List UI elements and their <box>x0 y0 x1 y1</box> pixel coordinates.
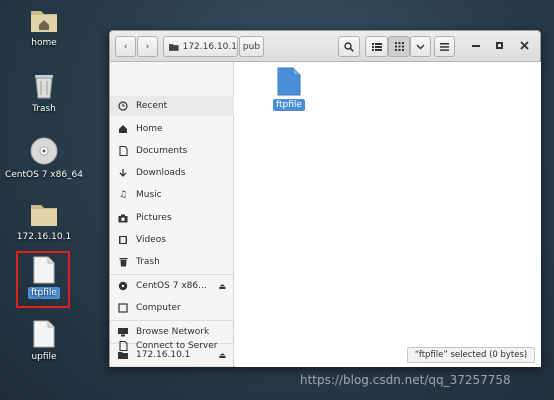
desktop-icon-label: Trash <box>32 104 56 114</box>
sidebar-item-label: Connect to Server <box>136 341 218 351</box>
desktop-icon-centos[interactable]: CentOS 7 x86_64 <box>4 136 84 181</box>
sidebar-item-label: Pictures <box>136 213 172 223</box>
sidebar-separator <box>110 366 234 367</box>
grid-view-icon <box>394 42 404 51</box>
sidebar-item-centos-disc[interactable]: CentOS 7 x86... ⏏ <box>110 276 234 296</box>
sidebar-separator <box>110 320 234 321</box>
path-folder-label: pub <box>242 41 261 52</box>
trash-icon <box>118 257 128 267</box>
file-item-ftpfile[interactable]: ftpfile <box>272 67 306 111</box>
list-view-icon <box>371 42 382 51</box>
text-file-icon <box>33 320 55 348</box>
sidebar-item-documents[interactable]: Documents <box>110 141 234 161</box>
sidebar-item-connect-server[interactable]: Connect to Server <box>110 336 234 356</box>
network-folder-icon <box>169 43 179 51</box>
sidebar-item-computer[interactable]: Computer <box>110 298 234 318</box>
desktop-icon-trash[interactable]: Trash <box>4 70 84 115</box>
sidebar-item-music[interactable]: ♫ Music <box>110 185 234 205</box>
download-icon <box>118 168 128 178</box>
computer-icon <box>118 303 128 313</box>
sidebar-item-recent[interactable]: Recent <box>110 96 234 116</box>
eject-icon[interactable]: ⏏ <box>218 282 226 291</box>
path-button-server[interactable]: 172.16.10.1 <box>163 36 238 57</box>
file-item-label: ftpfile <box>273 99 305 111</box>
home-icon <box>118 124 128 134</box>
desktop-icon-label: CentOS 7 x86_64 <box>4 170 84 180</box>
search-button[interactable] <box>338 36 360 57</box>
sidebar-item-label: CentOS 7 x86... <box>136 281 207 291</box>
chevron-left-icon: ‹ <box>123 41 128 52</box>
music-icon: ♫ <box>118 190 128 200</box>
text-file-icon <box>277 67 301 96</box>
grid-view-button[interactable] <box>388 36 410 57</box>
trash-icon <box>35 75 53 99</box>
desktop-icon-label: home <box>31 38 57 48</box>
sidebar-item-trash[interactable]: Trash <box>110 252 234 272</box>
status-text: “ftpfile” selected (0 bytes) <box>414 350 528 360</box>
sidebar-item-label: Computer <box>136 303 181 313</box>
sidebar-item-label: Trash <box>136 257 160 267</box>
sidebar-separator <box>110 274 234 275</box>
sidebar-item-label: Documents <box>136 146 188 156</box>
chevron-down-icon <box>416 44 425 49</box>
video-icon <box>118 235 128 245</box>
desktop-icon-label: 172.16.10.1 <box>16 232 72 242</box>
status-bar: “ftpfile” selected (0 bytes) <box>407 347 535 363</box>
sidebar-item-pictures[interactable]: Pictures <box>110 208 234 228</box>
sidebar-item-label: Downloads <box>136 168 186 178</box>
desktop-icon-upfile[interactable]: upfile <box>4 320 84 363</box>
path-server-label: 172.16.10.1 <box>182 41 237 52</box>
document-icon <box>118 146 128 156</box>
desktop-icon-network-share[interactable]: 172.16.10.1 <box>4 200 84 243</box>
file-view: ftpfile “ftpfile” selected (0 bytes) <box>235 62 541 367</box>
sidebar: Recent Home Documents Downloads ♫ Music <box>110 62 234 367</box>
maximize-button[interactable] <box>496 42 503 49</box>
watermark: https://blog.csdn.net/qq_37257758 <box>300 373 511 387</box>
list-view-button[interactable] <box>365 36 388 57</box>
camera-icon <box>118 213 128 223</box>
sidebar-item-label: Home <box>136 124 163 134</box>
sidebar-item-label: Recent <box>136 101 168 111</box>
search-icon <box>344 41 354 52</box>
forward-button[interactable]: › <box>137 36 158 57</box>
sidebar-item-videos[interactable]: Videos <box>110 230 234 250</box>
cdrom-icon <box>30 137 58 165</box>
close-icon[interactable] <box>520 41 529 50</box>
chevron-right-icon: › <box>145 41 150 52</box>
header-bar: ‹ › 172.16.10.1 pub <box>110 31 540 62</box>
sidebar-item-downloads[interactable]: Downloads <box>110 163 234 183</box>
sidebar-item-label: Videos <box>136 235 166 245</box>
desktop-icon-home[interactable]: home <box>4 6 84 49</box>
path-button-folder[interactable]: pub <box>239 36 264 57</box>
folder-home-icon <box>31 11 57 32</box>
back-button[interactable]: ‹ <box>115 36 136 57</box>
clock-icon <box>118 101 128 111</box>
view-options-button[interactable] <box>410 36 431 57</box>
file-manager-window: ‹ › 172.16.10.1 pub Recent Home Document… <box>109 30 541 367</box>
minimize-button[interactable] <box>472 45 480 47</box>
network-folder-icon <box>31 205 57 226</box>
desktop-icon-label: upfile <box>31 352 57 362</box>
hamburger-menu-icon <box>440 42 449 51</box>
server-icon <box>118 341 128 351</box>
sidebar-item-label: Music <box>136 190 162 200</box>
menu-button[interactable] <box>434 36 455 57</box>
highlight-box <box>16 251 70 308</box>
sidebar-item-home[interactable]: Home <box>110 119 234 139</box>
disc-icon <box>118 281 128 291</box>
